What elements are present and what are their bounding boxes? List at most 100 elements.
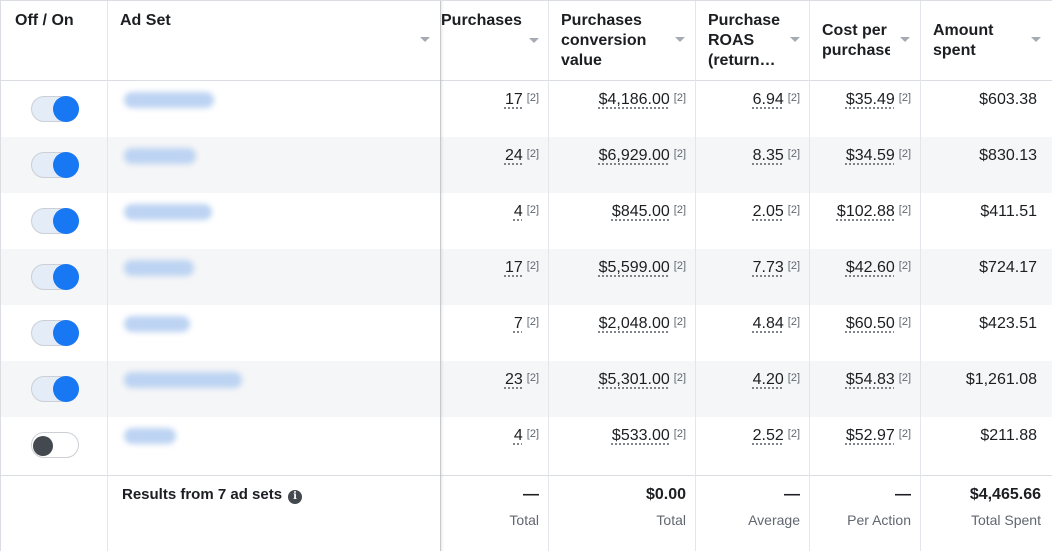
redacted-adset-name[interactable]: [124, 260, 194, 276]
cpp-value[interactable]: $52.97: [846, 427, 895, 444]
sort-caret-icon[interactable]: [790, 37, 800, 42]
purchases-value[interactable]: 4: [514, 203, 523, 220]
column-divider: [107, 1, 108, 551]
redacted-adset-name[interactable]: [124, 148, 196, 164]
table-row[interactable]: 24 [2] $6,929.00 [2] 8.35 [2] $34.59 [2] $830.13: [1, 137, 1052, 193]
purchases-value[interactable]: 7: [514, 315, 523, 332]
sort-caret-icon[interactable]: [900, 37, 910, 42]
reference-marker: [2]: [788, 316, 800, 328]
purchases-cell: 4 [2]: [441, 417, 549, 473]
reference-marker: [2]: [899, 204, 911, 216]
purchases-value[interactable]: 17: [505, 259, 523, 276]
header-toggle-label: Off / On: [15, 12, 74, 29]
pcv-value[interactable]: $533.00: [612, 427, 670, 444]
reference-marker: [2]: [899, 148, 911, 160]
roas-value[interactable]: 6.94: [753, 91, 784, 108]
table-row[interactable]: 17 [2] $4,186.00 [2] 6.94 [2] $35.49 [2] $603.38: [1, 81, 1052, 137]
pcv-value[interactable]: $5,599.00: [599, 259, 670, 276]
pcv-value[interactable]: $5,301.00: [599, 371, 670, 388]
redacted-adset-name[interactable]: [124, 372, 242, 388]
roas-value[interactable]: 4.84: [753, 315, 784, 332]
header-roas-line1: Purchase: [708, 11, 802, 31]
header-pcv-line3: value: [561, 51, 688, 71]
adset-name-cell[interactable]: [108, 193, 440, 249]
roas-value[interactable]: 2.52: [753, 427, 784, 444]
adset-name-cell[interactable]: [108, 249, 440, 305]
header-roas[interactable]: Purchase ROAS (return…: [696, 1, 810, 81]
adset-toggle[interactable]: [31, 152, 79, 178]
redacted-adset-name[interactable]: [124, 92, 214, 108]
cpp-cell: $42.60 [2]: [810, 249, 921, 305]
cpp-value[interactable]: $34.59: [846, 147, 895, 164]
cpp-cell: $60.50 [2]: [810, 305, 921, 361]
header-cpp[interactable]: Cost per purchase: [810, 1, 921, 81]
adset-name-cell[interactable]: [108, 137, 440, 193]
adset-toggle[interactable]: [31, 264, 79, 290]
pcv-cell: $5,599.00 [2]: [549, 249, 696, 305]
adset-name-cell[interactable]: [108, 305, 440, 361]
reference-marker: [2]: [899, 260, 911, 272]
sort-caret-icon[interactable]: [420, 37, 430, 42]
adset-toggle[interactable]: [31, 376, 79, 402]
cpp-value[interactable]: $60.50: [846, 315, 895, 332]
table-row[interactable]: 4 [2] $845.00 [2] 2.05 [2] $102.88 [2] $411.51: [1, 193, 1052, 249]
roas-cell: 4.20 [2]: [696, 361, 810, 417]
header-purchases[interactable]: Purchases: [441, 1, 549, 81]
pcv-value[interactable]: $6,929.00: [599, 147, 670, 164]
cpp-value[interactable]: $35.49: [846, 91, 895, 108]
purchases-value[interactable]: 17: [505, 91, 523, 108]
purchases-cell: 7 [2]: [441, 305, 549, 361]
adset-name-cell[interactable]: [108, 417, 440, 473]
roas-value[interactable]: 2.05: [753, 203, 784, 220]
info-icon[interactable]: i: [288, 490, 302, 504]
redacted-adset-name[interactable]: [124, 204, 212, 220]
table-row[interactable]: 4 [2] $533.00 [2] 2.52 [2] $52.97 [2] $211.88: [1, 417, 1052, 473]
pcv-value[interactable]: $2,048.00: [599, 315, 670, 332]
footer-purchases-label: Total: [441, 512, 539, 528]
adset-name-cell[interactable]: [108, 361, 440, 417]
sort-caret-icon[interactable]: [675, 37, 685, 42]
reference-marker: [2]: [899, 372, 911, 384]
cpp-value[interactable]: $42.60: [846, 259, 895, 276]
cpp-cell: $102.88 [2]: [810, 193, 921, 249]
reference-marker: [2]: [788, 204, 800, 216]
roas-value[interactable]: 4.20: [753, 371, 784, 388]
pcv-cell: $5,301.00 [2]: [549, 361, 696, 417]
reference-marker: [2]: [788, 92, 800, 104]
header-adset[interactable]: Ad Set: [108, 1, 441, 81]
adset-toggle[interactable]: [31, 96, 79, 122]
column-divider: [920, 1, 921, 551]
header-spent[interactable]: Amount spent: [921, 1, 1052, 81]
cpp-value[interactable]: $54.83: [846, 371, 895, 388]
purchases-value[interactable]: 23: [505, 371, 523, 388]
roas-value[interactable]: 7.73: [753, 259, 784, 276]
footer-pcv-label: Total: [549, 512, 686, 528]
adset-toggle[interactable]: [31, 320, 79, 346]
footer-spent: $4,465.66 Total Spent: [921, 476, 1052, 551]
purchases-cell: 17 [2]: [441, 81, 549, 137]
table-row[interactable]: 7 [2] $2,048.00 [2] 4.84 [2] $60.50 [2] $423.51: [1, 305, 1052, 361]
header-pcv[interactable]: Purchases conversion value: [549, 1, 696, 81]
reference-marker: [2]: [674, 260, 686, 272]
header-adset-label: Ad Set: [120, 12, 171, 29]
roas-value[interactable]: 8.35: [753, 147, 784, 164]
cpp-value[interactable]: $102.88: [837, 203, 895, 220]
toggle-knob: [53, 96, 79, 122]
header-cpp-line1: Cost per: [822, 21, 890, 41]
purchases-value[interactable]: 24: [505, 147, 523, 164]
roas-cell: 7.73 [2]: [696, 249, 810, 305]
sort-caret-icon[interactable]: [529, 38, 539, 43]
table-row[interactable]: 17 [2] $5,599.00 [2] 7.73 [2] $42.60 [2] $724.17: [1, 249, 1052, 305]
sort-caret-icon[interactable]: [1031, 37, 1041, 42]
redacted-adset-name[interactable]: [124, 316, 190, 332]
pcv-value[interactable]: $845.00: [612, 203, 670, 220]
adset-name-cell[interactable]: [108, 81, 440, 137]
pcv-value[interactable]: $4,186.00: [599, 91, 670, 108]
adset-toggle[interactable]: [31, 208, 79, 234]
adset-toggle[interactable]: [31, 432, 79, 458]
reference-marker: [2]: [674, 148, 686, 160]
redacted-adset-name[interactable]: [124, 428, 176, 444]
purchases-value[interactable]: 4: [514, 427, 523, 444]
table-row[interactable]: 23 [2] $5,301.00 [2] 4.20 [2] $54.83 [2] $1,261.…: [1, 361, 1052, 417]
results-summary-label: Results from 7 ad sets: [122, 486, 282, 503]
